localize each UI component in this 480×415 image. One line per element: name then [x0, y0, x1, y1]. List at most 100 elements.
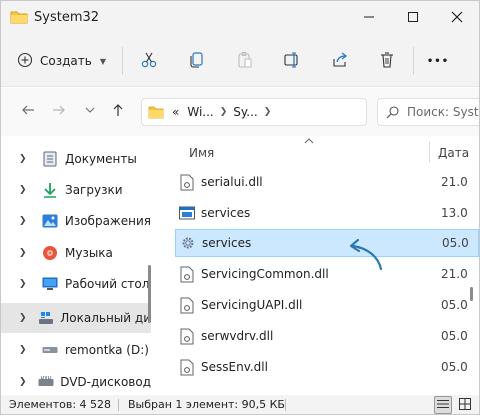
dll-file-icon — [179, 358, 195, 376]
chevron-right-icon: ❯ — [263, 107, 272, 117]
forward-button[interactable] — [48, 100, 70, 122]
pictures-icon — [41, 213, 59, 229]
nav-item-label: Загрузки — [65, 183, 123, 197]
nav-item-local-disk[interactable]: ❯ Локальный ди — [1, 303, 151, 333]
dll-file-icon — [179, 173, 195, 191]
chevron-right-icon: ❯ — [19, 154, 27, 164]
nav-item-label: remontka (D:) — [65, 343, 149, 357]
local-disk-icon — [38, 310, 54, 326]
selection-info: Выбран 1 элемент: 90,5 КБ — [128, 398, 285, 411]
cut-button[interactable] — [136, 49, 162, 73]
tiles-view-icon — [459, 397, 471, 413]
chevron-down-icon: ▼ — [99, 56, 106, 66]
dll-file-icon — [179, 327, 195, 345]
file-row[interactable]: serwvdrv.dll 05.0 — [175, 322, 479, 350]
nav-item-pictures[interactable]: ❯ Изображения — [1, 206, 151, 236]
navigation-row: « Wi... ❯ Sy... ❯ Поиск: Syst — [1, 88, 479, 136]
chevron-right-icon: ❯ — [19, 313, 27, 323]
breadcrumb-overflow[interactable]: « — [172, 105, 179, 119]
copy-icon — [188, 51, 206, 72]
share-button[interactable] — [327, 49, 353, 73]
dvd-icon: DVD — [38, 374, 54, 390]
file-row[interactable]: services 13.0 — [175, 199, 479, 227]
column-header-name[interactable]: Имя — [189, 146, 214, 160]
search-placeholder: Поиск: Syst — [407, 105, 479, 119]
file-name: ServicingCommon.dll — [201, 267, 329, 281]
nav-item-drive-d[interactable]: ❯ remontka (D:) — [1, 335, 151, 365]
tiles-view-button[interactable] — [456, 396, 474, 414]
back-button[interactable] — [17, 100, 39, 122]
file-date: 05.0 — [442, 236, 469, 250]
maximize-button[interactable] — [391, 1, 435, 35]
navigation-scrollbar[interactable] — [148, 265, 151, 323]
chevron-right-icon: ❯ — [19, 345, 27, 355]
more-options-button[interactable]: ••• — [423, 49, 453, 73]
documents-icon — [41, 151, 59, 167]
file-date: 13.0 — [441, 206, 468, 220]
nav-item-music[interactable]: ❯ Музыка — [1, 238, 151, 268]
copy-button[interactable] — [184, 49, 210, 73]
nav-item-downloads[interactable]: ❯ Загрузки — [1, 175, 151, 205]
delete-button[interactable] — [374, 49, 400, 73]
nav-item-documents[interactable]: ❯ Документы — [1, 144, 151, 174]
nav-item-desktop[interactable]: ❯ Рабочий стол — [1, 269, 151, 299]
close-button[interactable] — [435, 1, 479, 35]
command-bar: Создать ▼ ••• — [1, 35, 479, 87]
rename-button[interactable] — [279, 49, 305, 73]
file-date: 05.0 — [441, 360, 468, 374]
maximize-icon — [407, 11, 419, 26]
exe-file-icon — [179, 204, 195, 222]
recent-locations-button[interactable] — [79, 100, 101, 122]
close-icon — [451, 11, 463, 26]
file-row[interactable]: SessEnv.dll 05.0 — [175, 353, 479, 381]
file-row[interactable]: ServicingCommon.dll 21.0 — [175, 260, 479, 288]
status-divider — [285, 399, 286, 411]
arrow-left-icon — [21, 103, 35, 120]
file-list-scrollbar[interactable] — [470, 287, 473, 301]
folder-icon — [10, 9, 28, 28]
file-explorer-window: System32 Создать ▼ ••• « Wi... ❯ Sy... ❯… — [0, 0, 480, 415]
file-row[interactable]: ServicingUAPI.dll 05.0 — [175, 291, 479, 319]
up-button[interactable] — [107, 100, 129, 122]
arrow-up-icon — [111, 103, 125, 120]
chevron-right-icon: ❯ — [19, 216, 27, 226]
nav-item-label: Документы — [65, 152, 137, 166]
file-name: services — [202, 236, 252, 250]
nav-item-dvd[interactable]: ❯ DVD DVD-дисковод — [1, 367, 151, 395]
create-label: Создать — [40, 54, 92, 68]
breadcrumb-item[interactable]: Sy... — [233, 105, 257, 119]
chevron-right-icon: ❯ — [19, 279, 27, 289]
file-row-selected[interactable]: services 05.0 — [175, 229, 479, 257]
minimize-button[interactable] — [347, 1, 391, 35]
nav-item-label: Рабочий стол — [65, 277, 150, 291]
create-button[interactable]: Создать ▼ — [11, 48, 112, 74]
file-row[interactable]: serialui.dll 21.0 — [175, 168, 479, 196]
sort-chevron-up-icon — [304, 137, 314, 147]
column-header-date[interactable]: Дата — [438, 146, 469, 160]
breadcrumb-item[interactable]: Wi... — [187, 105, 213, 119]
file-name: SessEnv.dll — [201, 360, 268, 374]
navigation-pane: ❯ Документы ❯ Загрузки ❯ Изображения ❯ М… — [1, 137, 159, 395]
share-icon — [331, 51, 349, 72]
gear-file-icon — [180, 234, 196, 252]
arrow-right-icon — [52, 103, 66, 120]
svg-text:DVD: DVD — [41, 376, 52, 381]
details-view-icon — [437, 399, 449, 412]
search-box[interactable]: Поиск: Syst — [377, 98, 479, 126]
plus-circle-icon — [17, 52, 33, 71]
desktop-icon — [41, 276, 59, 292]
paste-icon — [236, 51, 254, 72]
chevron-right-icon: ❯ — [19, 185, 27, 195]
file-date: 21.0 — [441, 267, 468, 281]
search-icon — [386, 105, 399, 119]
title-bar[interactable]: System32 — [1, 1, 479, 35]
column-divider[interactable] — [429, 141, 430, 163]
chevron-right-icon: ❯ — [19, 248, 27, 258]
nav-item-label: Музыка — [65, 246, 113, 260]
paste-button[interactable] — [232, 49, 258, 73]
status-divider — [118, 399, 119, 411]
dll-file-icon — [179, 265, 195, 283]
toolbar-divider — [413, 47, 414, 75]
details-view-button[interactable] — [434, 396, 452, 414]
address-bar[interactable]: « Wi... ❯ Sy... ❯ — [141, 98, 367, 126]
